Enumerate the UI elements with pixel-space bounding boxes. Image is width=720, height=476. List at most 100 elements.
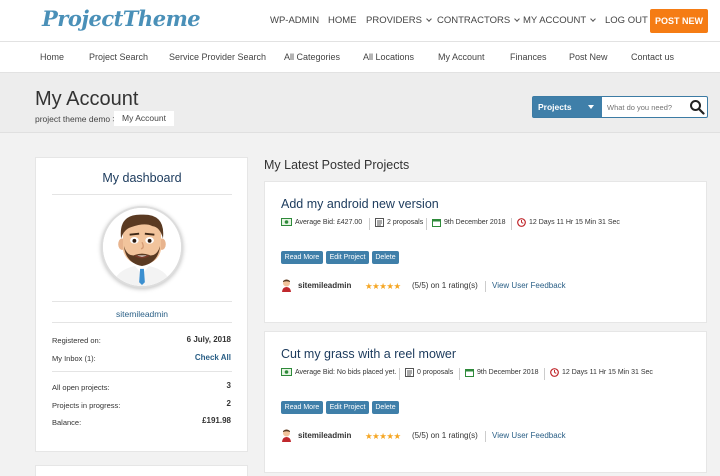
- nav-log-out[interactable]: LOG OUT: [605, 15, 648, 26]
- average-bid: Average Bid: £427.00: [281, 218, 362, 226]
- document-icon: [375, 218, 384, 227]
- search-icon[interactable]: [689, 99, 705, 115]
- nav-label: HOME: [328, 15, 357, 26]
- registered-value: 6 July, 2018: [186, 335, 231, 344]
- divider: [52, 301, 232, 302]
- top-header: ProjectTheme WP-ADMIN HOME PROVIDERS CON…: [0, 0, 720, 42]
- nav-contractors[interactable]: CONTRACTORS: [437, 15, 521, 26]
- divider: [426, 218, 427, 230]
- secondary-panel: [35, 465, 248, 476]
- subnav-contact-us[interactable]: Contact us: [631, 52, 674, 62]
- calendar-icon: [465, 369, 474, 377]
- open-projects-value: 3: [226, 381, 231, 390]
- rating-stars: ★★★★★: [365, 281, 401, 291]
- clock-icon: [517, 218, 526, 227]
- nav-my-account[interactable]: MY ACCOUNT: [523, 15, 597, 26]
- project-meta-row: Average Bid: £427.00 2 proposals 9th Dec…: [281, 218, 701, 232]
- page-title: My Account: [35, 88, 139, 110]
- view-user-feedback-link[interactable]: View User Feedback: [492, 431, 566, 440]
- in-progress-label: Projects in progress:: [52, 401, 121, 410]
- subnav-my-account[interactable]: My Account: [438, 52, 485, 62]
- edit-project-button[interactable]: Edit Project: [326, 251, 369, 264]
- divider: [485, 431, 486, 442]
- project-card: Add my android new version Average Bid: …: [264, 181, 707, 323]
- subnav-project-search[interactable]: Project Search: [89, 52, 148, 62]
- search-select-label: Projects: [538, 102, 572, 112]
- user-avatar-icon: [282, 429, 291, 442]
- nav-home[interactable]: HOME: [328, 15, 357, 26]
- chevron-down-icon: [426, 16, 432, 22]
- subnav-finances[interactable]: Finances: [510, 52, 547, 62]
- chevron-down-icon: [590, 16, 597, 22]
- latest-projects-heading: My Latest Posted Projects: [264, 158, 410, 172]
- divider: [459, 368, 460, 380]
- proposals-text: 2 proposals: [387, 219, 424, 226]
- inbox-label: My Inbox (1):: [52, 354, 96, 363]
- rating-text: (5/5) on 1 rating(s): [412, 281, 478, 290]
- clock-icon: [550, 368, 559, 377]
- site-logo[interactable]: ProjectTheme: [42, 6, 201, 31]
- subnav-all-categories[interactable]: All Categories: [284, 52, 340, 62]
- user-avatar-icon: [282, 279, 291, 292]
- search-category-select[interactable]: Projects: [533, 97, 602, 117]
- nav-label: MY ACCOUNT: [523, 15, 587, 26]
- posted-date-text: 9th December 2018: [444, 219, 506, 226]
- owner-username-link[interactable]: sitemileadmin: [298, 281, 351, 290]
- breadcrumb-current: My Account: [114, 111, 174, 126]
- owner-username-link[interactable]: sitemileadmin: [298, 431, 351, 440]
- read-more-button[interactable]: Read More: [281, 251, 323, 264]
- time-left: 12 Days 11 Hr 15 Min 31 Sec: [517, 218, 620, 227]
- search-bar: Projects: [532, 96, 708, 118]
- read-more-button[interactable]: Read More: [281, 401, 323, 414]
- subnav-home[interactable]: Home: [40, 52, 64, 62]
- dashboard-title: My dashboard: [102, 171, 182, 185]
- view-user-feedback-link[interactable]: View User Feedback: [492, 281, 566, 290]
- proposals-text: 0 proposals: [417, 369, 454, 376]
- in-progress-value: 2: [226, 399, 231, 408]
- avatar: [101, 206, 183, 288]
- delete-button[interactable]: Delete: [372, 251, 399, 264]
- search-input[interactable]: [607, 99, 687, 115]
- average-bid: Average Bid: No bids placed yet.: [281, 368, 396, 376]
- subnav-service-provider-search[interactable]: Service Provider Search: [169, 52, 266, 62]
- secondary-nav: Home Project Search Service Provider Sea…: [0, 42, 720, 73]
- posted-date: 9th December 2018: [432, 218, 505, 227]
- subnav-all-locations[interactable]: All Locations: [363, 52, 414, 62]
- divider: [399, 368, 400, 380]
- breadcrumb-root[interactable]: project theme demo >: [35, 114, 117, 124]
- inbox-check-all-link[interactable]: Check All: [195, 353, 231, 362]
- divider: [52, 194, 232, 195]
- project-title-link[interactable]: Cut my grass with a reel mower: [281, 347, 456, 361]
- dashboard-username[interactable]: sitemileadmin: [36, 309, 248, 319]
- nav-providers[interactable]: PROVIDERS: [366, 15, 432, 26]
- nav-wp-admin[interactable]: WP-ADMIN: [270, 15, 319, 26]
- registered-label: Registered on:: [52, 336, 101, 345]
- rating-text: (5/5) on 1 rating(s): [412, 431, 478, 440]
- calendar-icon: [432, 219, 441, 227]
- nav-label: WP-ADMIN: [270, 15, 320, 26]
- project-owner-row: sitemileadmin ★★★★★ (5/5) on 1 rating(s)…: [281, 429, 701, 444]
- proposals-count: 0 proposals: [405, 368, 453, 377]
- divider: [52, 322, 232, 323]
- proposals-count: 2 proposals: [375, 218, 423, 227]
- posted-date: 9th December 2018: [465, 368, 538, 377]
- project-title-link[interactable]: Add my android new version: [281, 197, 439, 211]
- divider: [544, 368, 545, 380]
- caret-down-icon: [588, 105, 594, 109]
- delete-button[interactable]: Delete: [372, 401, 399, 414]
- user-avatar-image: [103, 208, 181, 286]
- divider: [52, 371, 232, 372]
- money-icon: [281, 368, 292, 376]
- nav-label: PROVIDERS: [366, 15, 422, 26]
- post-new-button[interactable]: POST NEW: [650, 9, 708, 33]
- nav-label: LOG OUT: [605, 15, 648, 26]
- posted-date-text: 9th December 2018: [477, 369, 539, 376]
- divider: [485, 281, 486, 292]
- subnav-post-new[interactable]: Post New: [569, 52, 608, 62]
- project-owner-row: sitemileadmin ★★★★★ (5/5) on 1 rating(s)…: [281, 279, 701, 294]
- edit-project-button[interactable]: Edit Project: [326, 401, 369, 414]
- dashboard-panel: My dashboard sitemileadmin Registered on…: [35, 157, 248, 452]
- average-bid-text: Average Bid: No bids placed yet.: [295, 368, 397, 376]
- project-meta-row: Average Bid: No bids placed yet. 0 propo…: [281, 368, 701, 382]
- open-projects-label: All open projects:: [52, 383, 110, 392]
